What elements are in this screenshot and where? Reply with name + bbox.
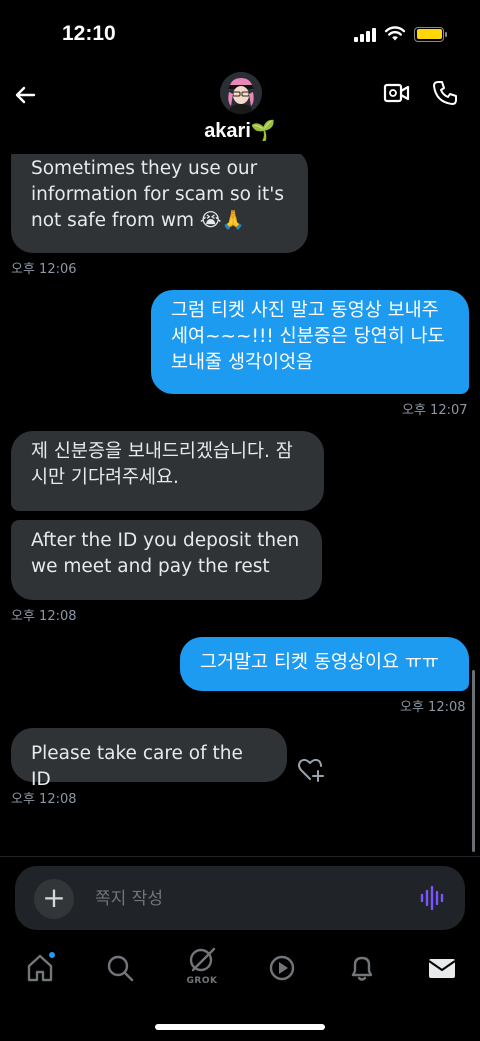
sprout-emoji: 🌱 (250, 120, 276, 142)
message-timestamp: 오후 12:07 (402, 403, 468, 418)
voice-message-icon[interactable] (417, 883, 447, 913)
back-arrow-icon[interactable] (10, 78, 42, 110)
nav-home[interactable] (22, 950, 58, 986)
signal-icon (354, 26, 376, 42)
status-bar: 12:10 (0, 0, 480, 70)
notification-dot (48, 951, 56, 959)
grok-label: GROK (186, 976, 218, 986)
message-text: 제 신분증을 보내드리겠습니다. 잠시만 기다려주세요. (31, 441, 293, 488)
message-bubble[interactable]: 제 신분증을 보내드리겠습니다. 잠시만 기다려주세요. (11, 431, 324, 511)
contact-name-text: akari (204, 120, 251, 142)
play-icon (269, 955, 295, 981)
phone-call-icon[interactable] (430, 78, 460, 108)
message-timestamp: 오후 12:06 (11, 262, 77, 277)
mail-icon (428, 959, 456, 978)
message-bubble[interactable]: 그거말고 티켓 동영상이요 ㅠㅠ (180, 637, 469, 691)
message-text: Please take care of the ID (31, 743, 243, 790)
add-attachment-button[interactable]: + (34, 879, 74, 919)
avatar[interactable] (220, 72, 262, 114)
message-composer: + 쪽지 작성 (15, 866, 465, 930)
wifi-icon (384, 26, 406, 41)
divider (0, 856, 480, 857)
nav-notifications[interactable] (344, 950, 380, 986)
battery-level (416, 29, 442, 39)
scrollbar[interactable] (472, 670, 475, 852)
nav-messages[interactable] (424, 950, 460, 986)
message-text: 그럼 티켓 사진 말고 동영상 보내주세여~~~!!! 신분증은 당연히 나도 … (171, 300, 445, 373)
message-thread[interactable]: Sometimes they use our information for s… (0, 154, 480, 856)
conversation-header: akari🌱 (0, 70, 480, 154)
message-text: Sometimes they use our information for s… (31, 158, 284, 231)
status-icons (354, 26, 447, 42)
message-bubble[interactable]: 그럼 티켓 사진 말고 동영상 보내주세여~~~!!! 신분증은 당연히 나도 … (151, 290, 469, 394)
grok-icon (189, 947, 216, 972)
nav-search[interactable] (102, 950, 138, 986)
message-bubble[interactable]: Please take care of the ID (11, 728, 287, 790)
bell-icon (351, 956, 373, 981)
message-text: 그거말고 티켓 동영상이요 ㅠㅠ (200, 652, 439, 673)
search-icon (107, 955, 134, 982)
video-call-icon[interactable] (382, 78, 412, 108)
message-bubble[interactable]: Sometimes they use our information for s… (11, 154, 308, 253)
message-timestamp: 오후 12:08 (11, 609, 77, 624)
home-indicator[interactable] (155, 1024, 325, 1030)
nav-grok[interactable]: GROK (184, 946, 220, 986)
avatar-illustration (220, 72, 262, 114)
battery-icon (414, 26, 447, 42)
message-input[interactable]: 쪽지 작성 (95, 884, 163, 909)
message-text: After the ID you deposit then we meet an… (31, 530, 300, 577)
message-bubble[interactable]: After the ID you deposit then we meet an… (11, 520, 322, 600)
status-time: 12:10 (62, 22, 116, 45)
add-reaction-icon[interactable] (297, 757, 325, 783)
contact-name[interactable]: akari🌱 (0, 118, 480, 143)
nav-video[interactable] (264, 950, 300, 986)
bottom-navigation: GROK (0, 940, 480, 1000)
message-timestamp: 오후 12:08 (11, 792, 77, 807)
message-timestamp: 오후 12:08 (400, 700, 466, 715)
